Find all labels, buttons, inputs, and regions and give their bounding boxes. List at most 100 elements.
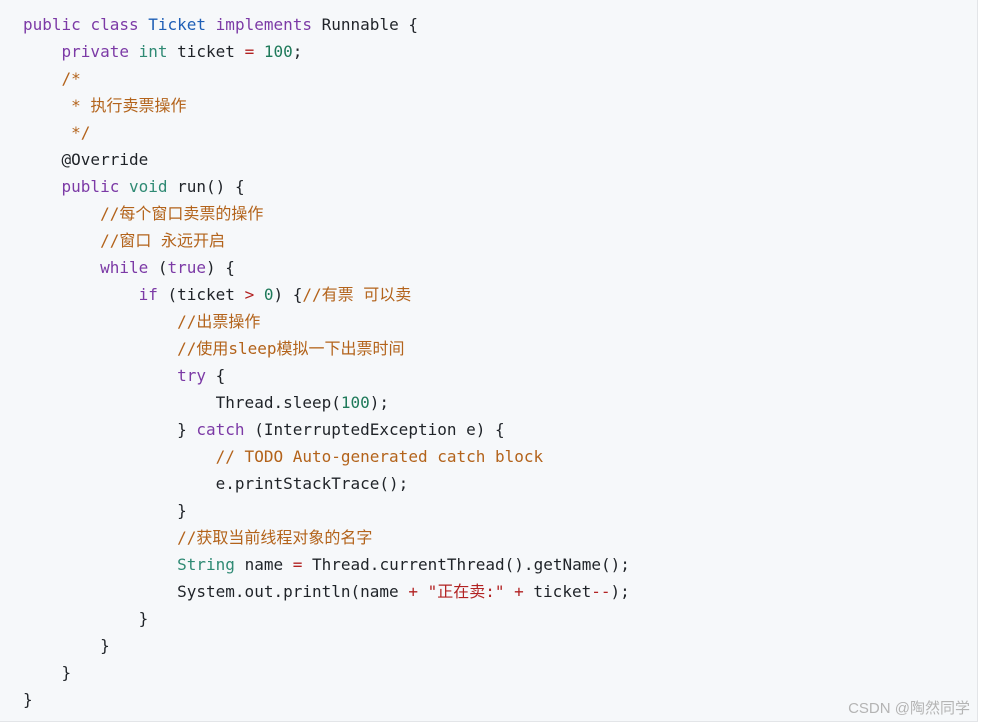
code-token: /* (61, 69, 81, 88)
code-token: if (138, 285, 168, 304)
code-token: + (514, 582, 524, 601)
code-token: (InterruptedException e) { (254, 420, 505, 439)
code-token: System.out.println(name (177, 582, 409, 601)
code-line: private int ticket = 100; (23, 38, 630, 65)
code-line: } catch (InterruptedException e) { (23, 416, 630, 443)
code-token: Runnable { (321, 15, 418, 34)
code-token: } (138, 609, 149, 628)
code-token: catch (196, 420, 255, 439)
code-line: System.out.println(name + "正在卖:" + ticke… (23, 578, 630, 605)
code-token: void (128, 177, 178, 196)
code-line: //窗口 永远开启 (23, 227, 630, 254)
code-token: = (292, 555, 303, 574)
code-line: * 执行卖票操作 (23, 92, 630, 119)
code-line: } (23, 605, 630, 632)
code-line: } (23, 632, 630, 659)
code-token: class (90, 15, 149, 34)
code-token: } (23, 690, 33, 709)
code-token: ticket (523, 582, 592, 601)
code-line: } (23, 497, 630, 524)
code-token: * 执行卖票操作 (71, 96, 187, 115)
code-line: //获取当前线程对象的名字 (23, 524, 630, 551)
code-token: ) { (273, 285, 303, 304)
code-token: while (100, 258, 158, 277)
code-block: public class Ticket implements Runnable … (0, 0, 978, 722)
code-token: //获取当前线程对象的名字 (177, 528, 373, 547)
code-line: @Override (23, 146, 630, 173)
csdn-watermark: CSDN @陶然同学 (848, 700, 970, 717)
code-line: } (23, 659, 630, 686)
code-token: 100 (340, 393, 370, 412)
code-token: + (408, 582, 418, 601)
code-token: run() { (177, 177, 245, 196)
code-token: > (244, 285, 255, 304)
code-token: public (61, 177, 129, 196)
code-line: */ (23, 119, 630, 146)
code-token: } (177, 501, 187, 520)
code-token: } (61, 663, 72, 682)
code-line: e.printStackTrace(); (23, 470, 630, 497)
code-token: "正在卖:" (427, 582, 505, 601)
code-token: ) { (206, 258, 235, 277)
code-token: try (177, 366, 216, 385)
code-line: /* (23, 65, 630, 92)
code-token: //有票 可以卖 (302, 285, 412, 304)
code-token: e.printStackTrace(); (215, 474, 409, 493)
code-line: public class Ticket implements Runnable … (23, 11, 630, 38)
code-line: //每个窗口卖票的操作 (23, 200, 630, 227)
code-token: // TODO Auto-generated catch block (215, 447, 544, 466)
code-line: //出票操作 (23, 308, 630, 335)
code-line: public void run() { (23, 173, 630, 200)
code-token: Thread.currentThread().getName(); (302, 555, 630, 574)
code-line: String name = Thread.currentThread().get… (23, 551, 630, 578)
code-token: ticket (177, 42, 245, 61)
code-token: Ticket (148, 15, 216, 34)
code-line: if (ticket > 0) {//有票 可以卖 (23, 281, 630, 308)
code-line: try { (23, 362, 630, 389)
code-token: 100 (263, 42, 293, 61)
code-line: } (23, 686, 630, 713)
code-token: ( (157, 258, 168, 277)
code-token: public (23, 15, 91, 34)
code-line: // TODO Auto-generated catch block (23, 443, 630, 470)
code-token: ); (610, 582, 630, 601)
code-token: } (100, 636, 110, 655)
code-token: } (177, 420, 197, 439)
code-token: //窗口 永远开启 (100, 231, 225, 250)
code-token: true (167, 258, 207, 277)
code-token: { (215, 366, 226, 385)
code-token: //出票操作 (177, 312, 261, 331)
code-token: String (177, 555, 245, 574)
code-token: ); (369, 393, 390, 412)
code-line: while (true) { (23, 254, 630, 281)
code-token: ; (292, 42, 303, 61)
code-token: = (244, 42, 255, 61)
code-line: //使用sleep模拟一下出票时间 (23, 335, 630, 362)
code-line: Thread.sleep(100); (23, 389, 630, 416)
code-token: -- (591, 582, 611, 601)
code-token: */ (71, 123, 91, 142)
code-token: @Override (61, 150, 149, 169)
